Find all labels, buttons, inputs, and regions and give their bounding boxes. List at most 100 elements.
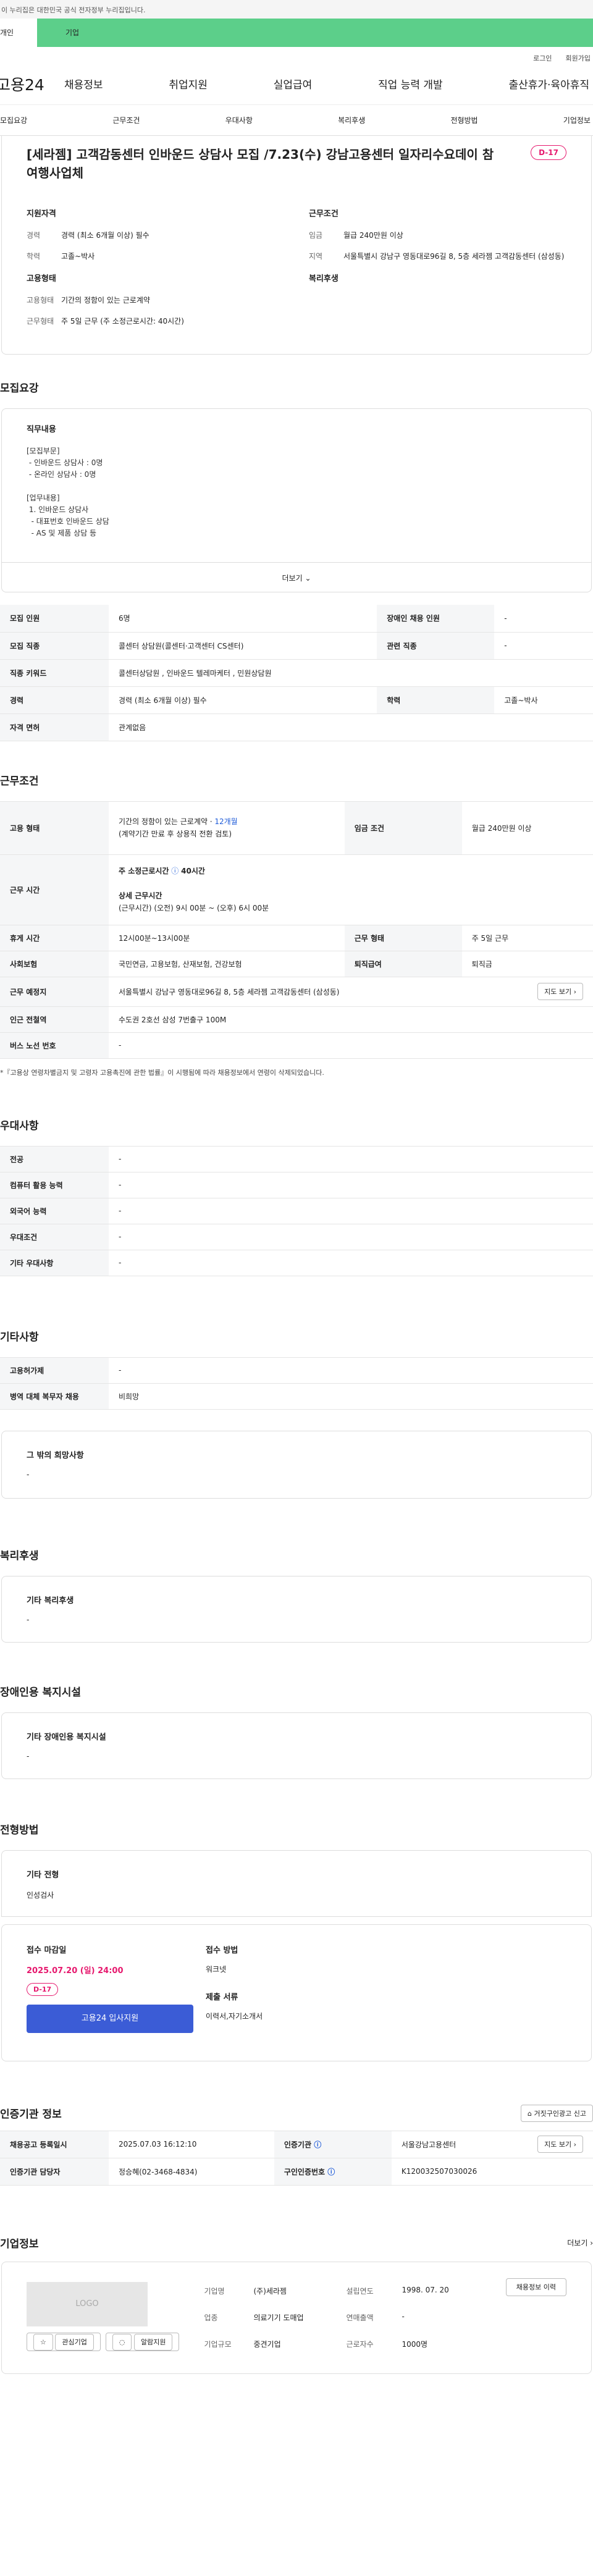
- label: 임금: [309, 231, 323, 240]
- cell-label: 직종 키워드: [0, 659, 109, 687]
- cell-value: 콜센터 상담원(콜센터·고객센터 CS센터): [109, 632, 377, 660]
- cell-value: 고졸~박사: [494, 686, 593, 714]
- cell-label: 경력: [0, 686, 109, 714]
- table-row: 근무 예정지 서울특별시 강남구 영동대로96길 8, 5층 세라젬 고객감동센터…: [0, 977, 593, 1007]
- value: 1998. 07. 20: [402, 2285, 449, 2294]
- agency-label: 인증기관: [284, 2140, 312, 2149]
- cell-label: 휴게 시간: [0, 925, 109, 951]
- table-row: 인근 전철역 수도권 2호선 삼성 7번출구 100M: [0, 1006, 593, 1033]
- subnav-company[interactable]: 기업정보: [563, 115, 591, 125]
- value: 월급 240만원 이상: [343, 231, 403, 240]
- desc-heading: 직무내용: [27, 425, 56, 434]
- job-description-card: 직무내용 [모집부문] - 인바운드 상담사 : 0명 - 온라인 상담사 : …: [1, 408, 592, 592]
- subnav-conditions[interactable]: 근무조건: [112, 115, 140, 125]
- value: -: [402, 2312, 405, 2321]
- more-label: 더보기: [567, 2238, 588, 2247]
- table-row: 외국어 능력 -: [0, 1198, 593, 1224]
- value: 1000명: [402, 2340, 428, 2349]
- cell-value: 주 소정근로시간 ⓘ 40시간 상세 근무시간 (근무시간) (오전) 9시 0…: [109, 854, 593, 925]
- cell-value: 기간의 정함이 있는 근로계약 · 12개월 (계약기간 만료 후 상용직 전환 …: [109, 801, 345, 855]
- gnb-jobs[interactable]: 채용정보: [64, 76, 103, 91]
- gnb-support[interactable]: 취업지원: [169, 76, 208, 91]
- deadline-date: 2025.07.20 (일) 24:00: [27, 1966, 124, 1976]
- job-title: [세라젬] 고객감동센터 인바운드 상담사 모집 /7.23(수) 강남고용센터…: [27, 147, 494, 180]
- benefit-card: 기타 복리후생 -: [1, 1575, 592, 1643]
- disabled-heading: 기타 장애인용 복지시설: [27, 1732, 106, 1742]
- docs-heading: 제출 서류: [206, 1992, 238, 2002]
- value: 경력 (최소 6개월 이상) 필수: [61, 231, 149, 240]
- section-title: 우대사항: [0, 1119, 39, 1132]
- map-button[interactable]: 지도 보기 ›: [537, 983, 583, 1000]
- detail-hours: (근무시간) (오전) 9시 00분 ~ (오후) 6시 00분: [119, 904, 269, 912]
- table-row: 컴퓨터 활용 능력 -: [0, 1172, 593, 1198]
- label: 설립연도: [346, 2286, 374, 2296]
- more-button[interactable]: 더보기 ⌄: [2, 562, 591, 592]
- cell-value: 월급 240만원 이상: [461, 801, 593, 855]
- section-title: 모집요강: [0, 382, 39, 395]
- subnav-welfare[interactable]: 복리후생: [338, 115, 365, 125]
- value: 주 5일 근무 (주 소정근로시간: 40시간): [61, 317, 184, 326]
- tab-company[interactable]: 기업: [37, 19, 593, 47]
- agency-map-button[interactable]: 지도 보기 ›: [537, 2136, 583, 2153]
- cell-label: 학력: [377, 686, 495, 714]
- cell-label: 컴퓨터 활용 능력: [0, 1172, 109, 1198]
- apply-button[interactable]: 고용24 입사지원: [27, 2004, 193, 2033]
- gnb-training[interactable]: 직업 능력 개발: [378, 76, 443, 91]
- gnb-benefit[interactable]: 실업급여: [274, 76, 313, 91]
- favorite-button[interactable]: ☆ 관심기업: [27, 2332, 101, 2351]
- value: 서울특별시 강남구 영동대로96길 8, 5층 세라젬 고객감동센터 (삼성동): [343, 252, 565, 261]
- cell-label: 우대조건: [0, 1224, 109, 1250]
- cell-label: 관련 직종: [377, 632, 495, 660]
- cell-label: 고용 형태: [0, 801, 109, 855]
- gnb-leave[interactable]: 출산휴가·육아휴직: [508, 76, 589, 91]
- cell-label: 버스 노선 번호: [0, 1032, 109, 1059]
- employment-heading: 고용형태: [27, 274, 56, 284]
- table-row: 휴게 시간 12시00분~13시00분 근무 형태 주 5일 근무: [0, 925, 593, 951]
- table-row: 우대조건 -: [0, 1224, 593, 1250]
- section-title: 기타사항: [0, 1331, 39, 1344]
- cell-label: 외국어 능력: [0, 1198, 109, 1224]
- cell-label: 근무 형태: [344, 925, 462, 951]
- agency-table: 채용공고 등록일시 2025.07.03 16:12:10 인증기관 ⓘ 서울강남고용…: [0, 2130, 593, 2186]
- bell-icon: ◌: [112, 2333, 132, 2351]
- table-row: 전공 -: [0, 1146, 593, 1172]
- cell-label: 병역 대체 복무자 채용: [0, 1383, 109, 1410]
- cell-label: 고용허가제: [0, 1357, 109, 1384]
- login-link[interactable]: 로그인: [533, 53, 552, 63]
- alarm-button[interactable]: ◌ 알람지원: [105, 2332, 180, 2351]
- subnav-screening[interactable]: 전형방법: [450, 115, 477, 125]
- table-row: 자격 면허 관계없음: [0, 713, 593, 741]
- label: 업종: [204, 2313, 218, 2322]
- disabled-facility-card: 기타 장애인용 복지시설 -: [1, 1712, 592, 1779]
- recruit-table: 모집 인원 6명 장애인 채용 인원 - 모집 직종 콜센터 상담원(콜센터·고객센터 …: [0, 605, 593, 741]
- info-icon[interactable]: ⓘ: [314, 2140, 321, 2149]
- site-logo[interactable]: 고용24: [0, 73, 64, 95]
- subnav-preference[interactable]: 우대사항: [225, 115, 253, 125]
- gov-banner: 이 누리집은 대한민국 공식 전자정부 누리집입니다.: [0, 0, 593, 19]
- table-row: 모집 인원 6명 장애인 채용 인원 -: [0, 605, 593, 633]
- signup-link[interactable]: 회원가입: [566, 53, 591, 63]
- screening-heading: 기타 전형: [27, 1870, 59, 1880]
- detail-hours-label: 상세 근무시간: [119, 891, 162, 900]
- section-title: 인증기관 정보: [0, 2108, 62, 2121]
- report-label: 거짓구인광고 신고: [534, 2109, 586, 2118]
- cell-label: 모집 직종: [0, 632, 109, 660]
- label: 학력: [27, 252, 41, 261]
- cell-value: 서울강남고용센터 지도 보기 ›: [391, 2131, 593, 2158]
- cell-value: 콜센터상담원 , 인바운드 텔레마케터 , 민원상담원: [109, 659, 593, 687]
- report-button[interactable]: ⌂ 거짓구인광고 신고: [521, 2104, 593, 2122]
- cell-value: 경력 (최소 6개월 이상) 필수: [109, 686, 377, 714]
- job-history-button[interactable]: 채용정보 이력: [505, 2278, 566, 2296]
- cell-label: 기타 우대사항: [0, 1250, 109, 1276]
- deadline-heading: 접수 마감일: [27, 1945, 67, 1955]
- info-icon[interactable]: ⓘ: [327, 2168, 335, 2176]
- welfare-block: 복리후생: [309, 272, 566, 337]
- tab-personal[interactable]: 개인: [0, 19, 37, 47]
- company-more-link[interactable]: 더보기 ›: [567, 2237, 593, 2248]
- info-icon[interactable]: ⓘ: [171, 867, 179, 875]
- cell-label: 인증기관 담당자: [0, 2158, 109, 2186]
- label: 경력: [27, 231, 41, 240]
- subnav-recruit[interactable]: 모집요강: [0, 115, 27, 125]
- chevron-down-icon: ⌄: [305, 574, 311, 583]
- chevron-right-icon: ›: [573, 2140, 576, 2149]
